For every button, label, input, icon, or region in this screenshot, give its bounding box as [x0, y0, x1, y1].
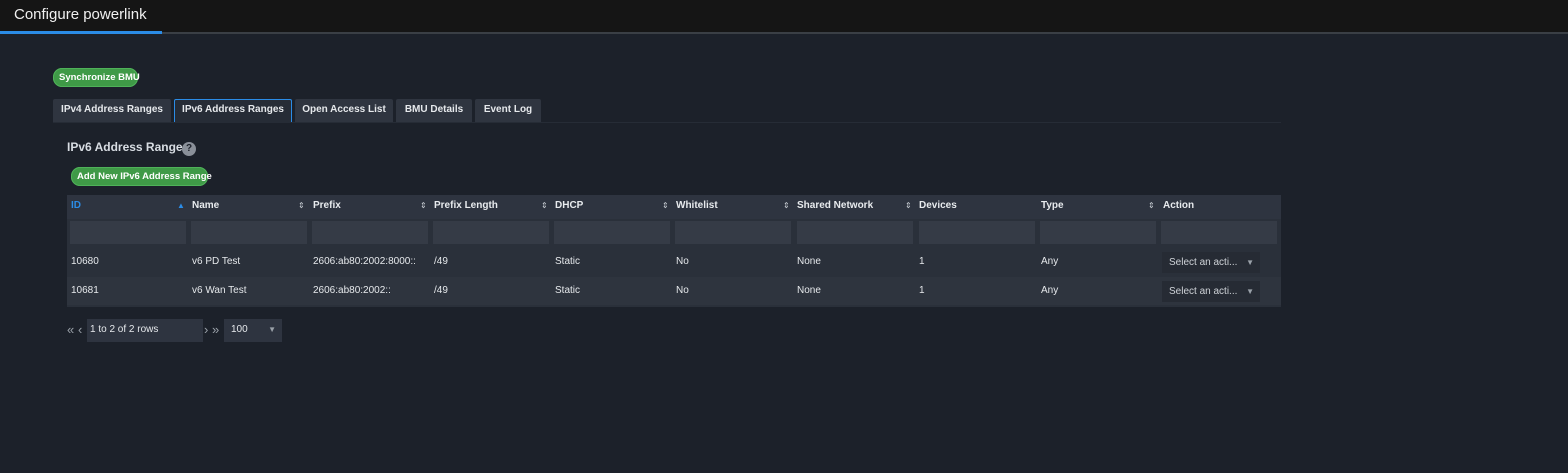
page-title: Configure powerlink [14, 6, 147, 23]
tab-ipv4-address-ranges[interactable]: IPv4 Address Ranges [53, 99, 171, 122]
column-header-shared-network[interactable]: Shared Network [793, 195, 914, 219]
filter-input-shared-network[interactable] [797, 221, 913, 244]
cell-prefix: 2606:ab80:2002:: [313, 285, 391, 296]
last-page-icon[interactable]: » [212, 319, 219, 341]
sort-icon[interactable]: ⇕ [298, 195, 305, 217]
add-ipv6-range-button[interactable]: Add New IPv6 Address Range [71, 167, 212, 186]
chevron-down-icon: ▼ [268, 325, 276, 334]
cell-devices: 1 [919, 256, 925, 267]
action-select-value: Select an acti... [1169, 257, 1238, 268]
cell-dhcp: Static [555, 256, 581, 267]
top-bar: Configure powerlink [0, 0, 1568, 34]
filter-row [67, 221, 1281, 245]
next-page-icon[interactable]: › [204, 319, 208, 341]
action-select[interactable]: Select an acti... ▼ [1162, 281, 1260, 302]
filter-input-name[interactable] [191, 221, 307, 244]
sort-icon[interactable]: ⇕ [541, 195, 548, 217]
cell-shared-network: None [797, 285, 821, 296]
page-size-select[interactable]: 100 ▼ [224, 319, 282, 342]
sort-icon[interactable]: ⇕ [1148, 195, 1155, 217]
cell-type: Any [1041, 285, 1059, 296]
filter-input-action[interactable] [1161, 221, 1277, 244]
column-header-prefix[interactable]: Prefix [309, 195, 430, 219]
cell-name: v6 Wan Test [192, 285, 247, 296]
filter-input-id[interactable] [70, 221, 186, 244]
tab-panel-top [53, 122, 1281, 123]
chevron-down-icon: ▼ [1246, 287, 1254, 296]
page-size-value: 100 [231, 324, 248, 335]
column-header-prefix-length[interactable]: Prefix Length [430, 195, 551, 219]
tab-bmu-details[interactable]: BMU Details [396, 99, 472, 122]
pagination-info: 1 to 2 of 2 rows [87, 319, 203, 342]
column-header-id[interactable]: ID [67, 195, 188, 219]
table-row[interactable]: 10681 v6 Wan Test 2606:ab80:2002:: /49 S… [67, 277, 1281, 305]
cell-devices: 1 [919, 285, 925, 296]
sort-icon[interactable]: ⇕ [905, 195, 912, 217]
action-select[interactable]: Select an acti... ▼ [1162, 252, 1260, 273]
tab-ipv6-address-ranges[interactable]: IPv6 Address Ranges [174, 99, 292, 122]
filter-input-prefix[interactable] [312, 221, 428, 244]
filter-input-type[interactable] [1040, 221, 1156, 244]
header-divider [162, 32, 1568, 34]
chevron-down-icon: ▼ [1246, 258, 1254, 267]
tab-open-access-list[interactable]: Open Access List [295, 99, 393, 122]
cell-id: 10681 [71, 285, 99, 296]
cell-prefix: 2606:ab80:2002:8000:: [313, 256, 416, 267]
column-header-type[interactable]: Type [1037, 195, 1158, 219]
cell-shared-network: None [797, 256, 821, 267]
table-header-row: ID ▲ Name ⇕ Prefix ⇕ Prefix Length ⇕ DHC… [67, 195, 1281, 219]
cell-whitelist: No [676, 256, 689, 267]
cell-type: Any [1041, 256, 1059, 267]
column-header-whitelist[interactable]: Whitelist [672, 195, 793, 219]
filter-input-dhcp[interactable] [554, 221, 670, 244]
cell-name: v6 PD Test [192, 256, 241, 267]
column-header-name[interactable]: Name [188, 195, 309, 219]
table-row[interactable]: 10680 v6 PD Test 2606:ab80:2002:8000:: /… [67, 248, 1281, 276]
synchronize-bmu-button[interactable]: Synchronize BMU [53, 68, 140, 87]
tab-event-log[interactable]: Event Log [475, 99, 541, 122]
sort-icon[interactable]: ⇕ [420, 195, 427, 217]
cell-whitelist: No [676, 285, 689, 296]
cell-dhcp: Static [555, 285, 581, 296]
cell-prefix-length: /49 [434, 285, 448, 296]
filter-input-whitelist[interactable] [675, 221, 791, 244]
action-select-value: Select an acti... [1169, 286, 1238, 297]
cell-prefix-length: /49 [434, 256, 448, 267]
previous-page-icon[interactable]: ‹ [78, 319, 82, 341]
sort-icon[interactable]: ⇕ [662, 195, 669, 217]
sort-icon[interactable]: ⇕ [783, 195, 790, 217]
first-page-icon[interactable]: « [67, 319, 74, 341]
column-header-dhcp[interactable]: DHCP [551, 195, 672, 219]
active-title-underline [0, 31, 162, 34]
filter-input-devices[interactable] [919, 221, 1035, 244]
column-header-action: Action [1163, 200, 1195, 211]
section-title: IPv6 Address Ranges [67, 140, 190, 154]
ipv6-ranges-table: ID ▲ Name ⇕ Prefix ⇕ Prefix Length ⇕ DHC… [67, 195, 1281, 307]
sort-ascending-icon[interactable]: ▲ [177, 195, 185, 217]
cell-id: 10680 [71, 256, 99, 267]
column-header-devices: Devices [919, 200, 957, 211]
question-circle-icon[interactable]: ? [182, 142, 196, 156]
filter-input-prefix-length[interactable] [433, 221, 549, 244]
